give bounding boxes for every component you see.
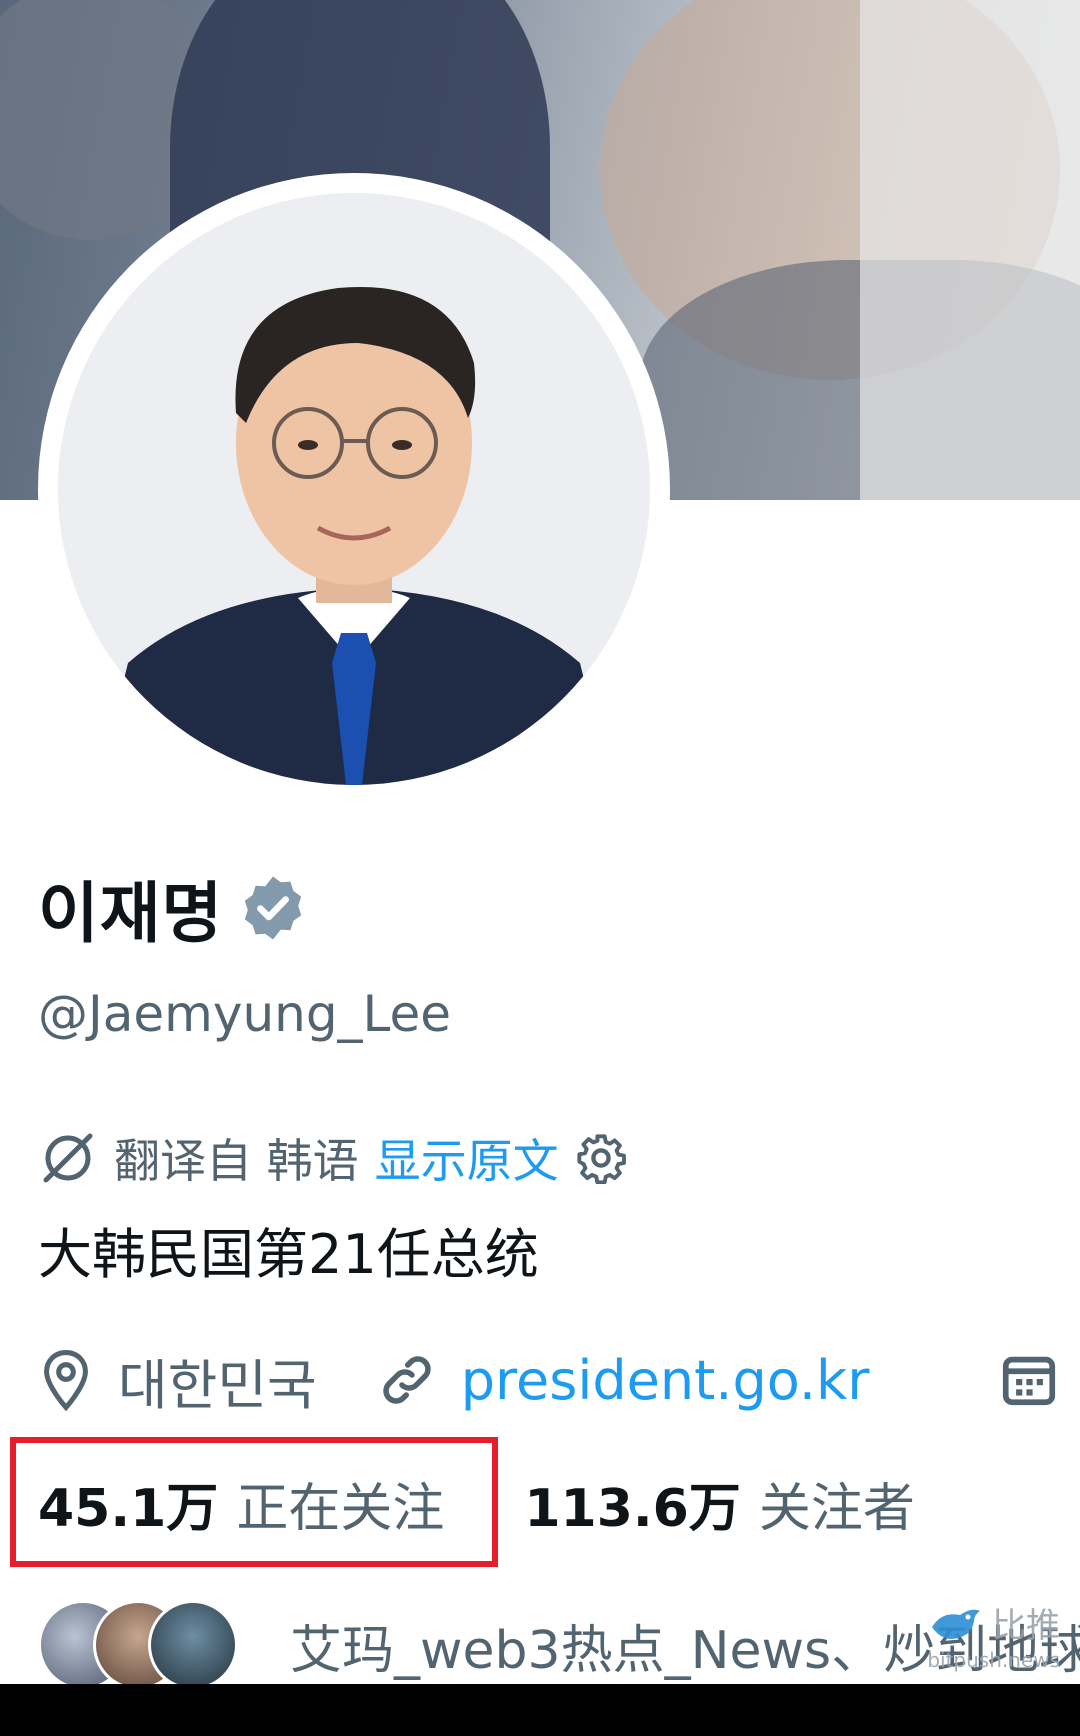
watermark-text: 比推 (992, 1606, 1060, 1646)
avatar-frame (38, 173, 670, 805)
website-link[interactable]: president.go.kr (461, 1349, 870, 1412)
location-pin-icon (38, 1348, 94, 1412)
gear-icon[interactable] (575, 1132, 627, 1184)
follow-stats-row: 45.1万 正在关注 113.6万 关注者 (38, 1466, 915, 1541)
followers-stat[interactable]: 113.6万 关注者 (524, 1466, 915, 1541)
profile-meta-row: 대한민국 president.go.kr (38, 1340, 1056, 1420)
display-name: 이재명 (38, 875, 224, 952)
follower-avatars (38, 1595, 238, 1695)
username-handle: @Jaemyung_Lee (38, 985, 452, 1043)
watermark-subtext: bitpush.news (927, 1648, 1060, 1672)
avatar (148, 1600, 238, 1690)
following-stat[interactable]: 45.1万 正在关注 (38, 1466, 444, 1541)
translation-row: 翻译自 韩语 显示原文 (38, 1128, 627, 1188)
avatar[interactable] (58, 193, 650, 785)
location-item: 대한민국 (38, 1341, 317, 1420)
link-icon (377, 1350, 437, 1410)
show-original-link[interactable]: 显示原文 (375, 1125, 559, 1191)
following-count: 45.1万 (38, 1478, 219, 1539)
location-text: 대한민국 (118, 1353, 317, 1417)
followers-count: 113.6万 (524, 1478, 741, 1539)
bird-logo-icon (928, 1601, 984, 1645)
translate-icon (38, 1128, 98, 1188)
watermark: 比推 bitpush.news (927, 1598, 1060, 1672)
verified-badge-icon[interactable] (237, 872, 309, 944)
profile-bio: 大韩民国第21任总统 (38, 1223, 539, 1286)
following-label: 正在关注 (236, 1478, 445, 1539)
followers-label: 关注者 (758, 1478, 915, 1539)
banner-shape (860, 0, 1080, 500)
calendar-icon (998, 1348, 1060, 1410)
translated-from-label: 翻译自 韩语 (114, 1134, 359, 1188)
avatar-portrait (58, 193, 650, 785)
bottom-bar (0, 1684, 1080, 1736)
name-row: 이재명 (38, 868, 309, 952)
website-item[interactable]: president.go.kr (377, 1349, 870, 1412)
